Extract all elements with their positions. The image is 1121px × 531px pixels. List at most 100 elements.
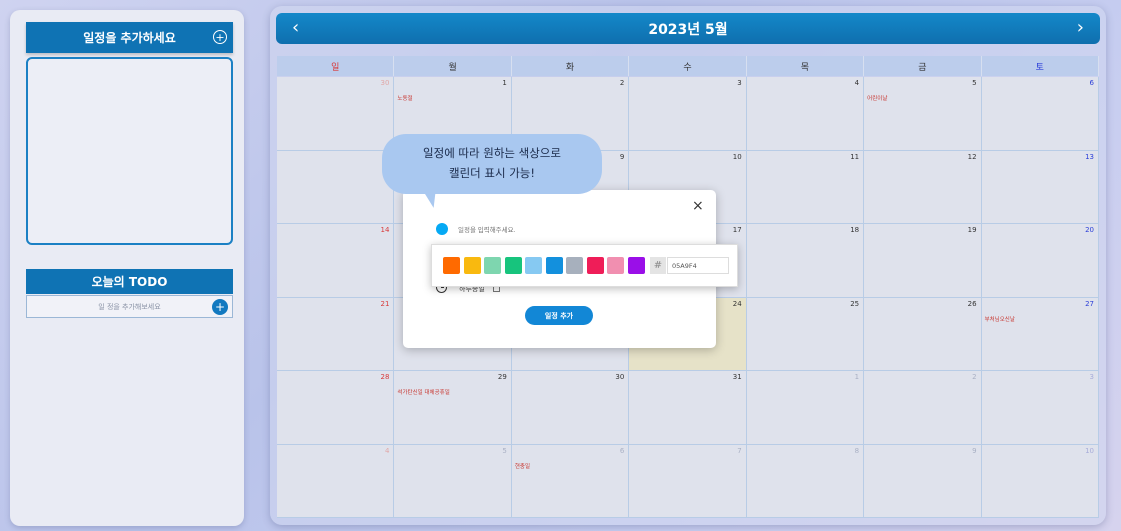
day-number: 9 [619, 152, 625, 161]
day-number: 3 [1089, 373, 1094, 381]
event-label[interactable]: 현충일 [515, 462, 530, 470]
sidebar: 일정을 추가하세요 + 오늘의 TODO 일 정을 추가해보세요 + [10, 10, 244, 526]
day-cell[interactable]: 3 [629, 77, 747, 151]
bubble-line-1: 일정에 따라 원하는 색상으로 [423, 146, 561, 161]
calendar-header: ‹ 2023년 5월 › [276, 13, 1100, 44]
day-number: 10 [1085, 446, 1094, 455]
day-cell[interactable]: 2 [864, 371, 982, 445]
day-number: 30 [380, 79, 390, 87]
color-swatch[interactable] [607, 257, 624, 274]
day-number: 6 [1089, 79, 1094, 87]
event-label[interactable]: 노동절 [397, 94, 412, 102]
prev-month-icon[interactable]: ‹ [292, 17, 299, 38]
day-cell[interactable]: 6 현충일 [511, 444, 630, 518]
day-cell[interactable]: 28 [277, 371, 395, 445]
weekday-sun: 일 [277, 56, 395, 76]
day-cell[interactable]: 10 [981, 444, 1099, 518]
day-number: 31 [732, 373, 742, 381]
day-number: 4 [854, 79, 860, 87]
day-cell[interactable]: 25 [746, 297, 865, 371]
color-picker-dot[interactable] [436, 223, 448, 235]
day-cell[interactable]: 31 [629, 371, 747, 445]
day-number: 27 [1085, 299, 1094, 308]
hex-color-input[interactable]: 05A9F4 [667, 257, 729, 274]
day-number: 5 [502, 446, 507, 455]
tooltip-bubble: 일정에 따라 원하는 색상으로 캘린더 표시 가능! [382, 134, 602, 194]
day-number: 4 [384, 446, 390, 455]
day-number: 26 [967, 299, 977, 308]
day-cell[interactable]: 5 어린이날 [864, 77, 982, 151]
day-number: 2 [972, 373, 977, 381]
day-cell[interactable]: 7 [629, 444, 747, 518]
color-swatch[interactable] [504, 257, 522, 274]
day-cell[interactable]: 3 [981, 371, 1099, 445]
day-number: 14 [380, 226, 390, 234]
schedule-list-box [26, 57, 233, 245]
color-swatch[interactable] [627, 257, 645, 274]
day-number: 10 [732, 152, 742, 161]
day-cell[interactable]: 14 [277, 224, 395, 298]
color-swatch[interactable] [586, 257, 604, 274]
day-cell[interactable]: 19 [864, 224, 982, 298]
color-swatch[interactable] [545, 257, 563, 274]
event-label[interactable]: 석가탄신일 대체공휴일 [397, 388, 449, 396]
day-number: 9 [972, 446, 977, 455]
day-cell[interactable]: 9 [864, 444, 982, 518]
day-cell[interactable]: 13 [981, 150, 1099, 224]
day-number: 2 [619, 79, 625, 87]
add-schedule-header[interactable]: 일정을 추가하세요 + [26, 22, 233, 53]
day-cell[interactable]: 11 [746, 150, 865, 224]
add-circle-icon[interactable]: + [213, 30, 227, 44]
day-cell[interactable]: 4 [277, 444, 395, 518]
day-cell[interactable]: 26 [864, 297, 982, 371]
weekday-mon: 월 [394, 56, 512, 76]
color-swatch[interactable] [484, 257, 501, 274]
event-title-input[interactable] [458, 223, 688, 237]
day-number: 24 [732, 299, 742, 308]
day-cell[interactable]: 4 [746, 77, 865, 151]
next-month-icon[interactable]: › [1077, 17, 1084, 38]
color-swatch[interactable] [566, 257, 583, 274]
todo-input[interactable]: 일 정을 추가해보세요 + [26, 295, 233, 318]
day-cell[interactable]: 21 [277, 297, 395, 371]
day-number: 1 [854, 373, 860, 381]
close-icon[interactable]: × [692, 198, 704, 214]
day-cell[interactable]: 12 [864, 150, 982, 224]
color-swatch[interactable] [463, 257, 481, 274]
day-cell[interactable]: 29 석가탄신일 대체공휴일 [394, 371, 512, 445]
day-number: 6 [619, 446, 625, 455]
day-number: 19 [967, 226, 977, 234]
day-number: 29 [497, 373, 507, 381]
day-cell[interactable]: 7 [277, 150, 395, 224]
day-cell[interactable]: 5 [394, 444, 512, 518]
day-cell[interactable]: 30 [511, 371, 630, 445]
day-number: 17 [732, 226, 742, 234]
weekday-sat: 토 [982, 56, 1099, 76]
day-cell[interactable]: 20 [981, 224, 1099, 298]
color-swatch[interactable] [443, 257, 460, 274]
day-cell[interactable]: 1 [746, 371, 865, 445]
todo-title: 오늘의 TODO [91, 275, 168, 289]
event-label[interactable]: 부처님오신날 [985, 315, 1015, 323]
day-number: 13 [1085, 152, 1094, 161]
month-title: 2023년 5월 [648, 21, 728, 38]
day-cell[interactable]: 18 [746, 224, 865, 298]
day-number: 12 [967, 152, 977, 161]
day-cell[interactable]: 8 [746, 444, 865, 518]
day-number: 3 [737, 79, 742, 87]
color-palette: # 05A9F4 [431, 244, 738, 287]
day-number: 25 [850, 299, 860, 308]
day-number: 1 [502, 79, 507, 87]
day-cell[interactable]: 30 [277, 77, 395, 151]
day-cell[interactable]: 27 부처님오신날 [981, 297, 1099, 371]
add-schedule-title: 일정을 추가하세요 [83, 31, 176, 45]
event-label[interactable]: 어린이날 [867, 94, 887, 102]
weekday-thu: 목 [747, 56, 865, 76]
day-cell[interactable]: 6 [981, 77, 1099, 151]
todo-add-icon[interactable]: + [212, 299, 228, 315]
weekday-wed: 수 [629, 56, 747, 76]
color-swatch[interactable] [525, 257, 542, 274]
add-event-button[interactable]: 일정 추가 [525, 306, 593, 325]
day-number: 20 [1085, 226, 1094, 234]
weekday-row: 일 월 화 수 목 금 토 [277, 56, 1099, 76]
